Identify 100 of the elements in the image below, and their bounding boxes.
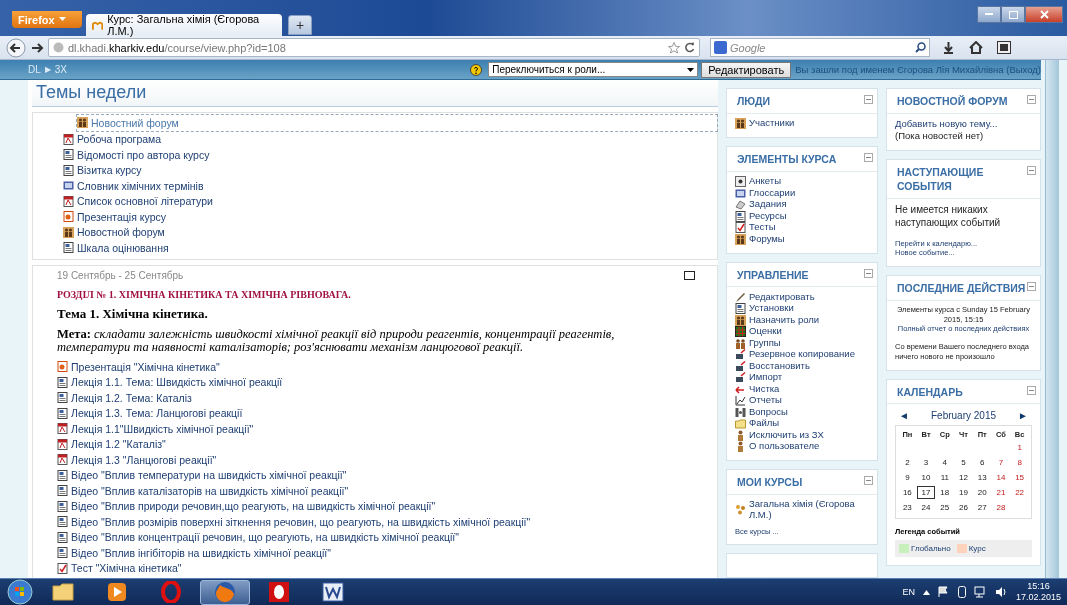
scrollbar[interactable] bbox=[1045, 60, 1059, 578]
browser-tab[interactable]: Курс: Загальна хімія (Єгорова Л.М.) bbox=[86, 14, 282, 36]
calendar-day[interactable]: 14 bbox=[991, 471, 1011, 485]
calendar-day[interactable]: 6 bbox=[972, 456, 992, 470]
reload-icon[interactable] bbox=[684, 41, 695, 53]
collapse-icon[interactable] bbox=[1027, 385, 1036, 395]
activity-link[interactable]: Відео "Вплив температури на швидкість хімічної реакції" bbox=[57, 467, 347, 483]
block-link[interactable]: Импорт bbox=[735, 371, 869, 384]
previous-month-link[interactable]: ◄ bbox=[899, 410, 909, 422]
block-link[interactable]: Глоссарии bbox=[735, 187, 869, 199]
block-link[interactable]: Участники bbox=[735, 117, 869, 130]
calendar-day[interactable]: 1 bbox=[1010, 441, 1029, 455]
activity-link[interactable]: Лекція 1.1"Швидкість хімічної реакції" bbox=[57, 420, 254, 437]
block-link[interactable]: Назначить роли bbox=[735, 314, 869, 326]
calendar-day[interactable]: 11 bbox=[935, 471, 955, 485]
calendar-day[interactable]: 22 bbox=[1010, 486, 1029, 500]
new-tab-button[interactable]: + bbox=[288, 15, 312, 35]
calendar-day[interactable]: 20 bbox=[972, 486, 992, 500]
block-link[interactable]: Группы bbox=[735, 337, 869, 349]
device-icon[interactable] bbox=[957, 586, 966, 598]
calendar-day[interactable]: 24 bbox=[916, 501, 936, 515]
calendar-day[interactable]: 18 bbox=[935, 486, 955, 500]
forward-icon[interactable] bbox=[30, 40, 44, 55]
calendar-day[interactable]: 7 bbox=[991, 456, 1011, 470]
activity-link[interactable]: Лекція 1.3. Тема: Ланцюгові реакції bbox=[57, 405, 243, 421]
speaker-icon[interactable] bbox=[994, 586, 1008, 598]
activity-link[interactable]: Тест "Хімічна кінетика" bbox=[57, 560, 182, 576]
block-link[interactable]: Вопросы bbox=[735, 406, 869, 418]
next-month-link[interactable]: ► bbox=[1018, 410, 1028, 422]
collapse-icon[interactable] bbox=[1027, 95, 1036, 104]
calendar-day[interactable]: 21 bbox=[991, 486, 1011, 500]
collapse-icon[interactable] bbox=[1027, 166, 1036, 176]
calendar-day[interactable]: 4 bbox=[935, 456, 955, 470]
block-link[interactable]: Установки bbox=[735, 302, 869, 315]
activity-link[interactable]: Список основної літератури bbox=[63, 193, 213, 209]
activity-link[interactable]: Лекція 1.2 "Каталіз" bbox=[57, 436, 166, 452]
play-icon[interactable] bbox=[107, 582, 127, 602]
activity-link[interactable]: Робоча програма bbox=[63, 131, 162, 147]
maximize-button[interactable] bbox=[1001, 6, 1025, 23]
block-link[interactable]: Анкеты bbox=[735, 175, 869, 188]
search-field[interactable]: Google bbox=[710, 38, 930, 57]
calendar-day[interactable]: 19 bbox=[954, 486, 973, 500]
tray-arrow-icon[interactable] bbox=[922, 589, 930, 595]
collapse-icon[interactable] bbox=[864, 95, 873, 104]
flag-icon[interactable] bbox=[937, 586, 950, 598]
role-select[interactable]: Переключиться к роли... bbox=[488, 62, 699, 77]
collapse-icon[interactable] bbox=[864, 476, 873, 486]
activity-link[interactable]: Лекція 1.2. Тема: Каталіз bbox=[57, 389, 192, 406]
calendar-day[interactable]: 27 bbox=[972, 501, 992, 515]
edit-button[interactable]: Редактировать bbox=[701, 61, 792, 78]
activity-link[interactable]: Новостной форум bbox=[63, 224, 165, 240]
block-link[interactable]: Резервное копирование bbox=[735, 348, 869, 361]
collapse-icon[interactable] bbox=[1027, 282, 1036, 292]
activity-link[interactable]: Новостний форум bbox=[77, 115, 717, 131]
star-icon[interactable] bbox=[668, 41, 680, 54]
ring-icon[interactable] bbox=[268, 581, 290, 603]
square-icon[interactable] bbox=[684, 271, 695, 280]
calendar-day[interactable]: 2 bbox=[898, 456, 917, 470]
document-icon[interactable] bbox=[322, 582, 344, 602]
calendar-day[interactable]: 12 bbox=[954, 471, 973, 485]
url-field[interactable]: dl.khadi.kharkiv.edu/course/view.php?id=108 bbox=[48, 38, 700, 57]
calendar-day[interactable]: 5 bbox=[954, 456, 973, 470]
block-link[interactable]: Форумы bbox=[735, 233, 869, 245]
network-icon[interactable] bbox=[973, 586, 987, 598]
calendar-day[interactable]: 17 bbox=[916, 486, 936, 500]
activity-link[interactable]: Відео "Вплив концентрації речовин, що реагують, на швидкість хімічної реакції" bbox=[57, 529, 459, 545]
activity-link[interactable]: Візитка курсу bbox=[63, 162, 142, 178]
activity-link[interactable]: Презентація курсу bbox=[63, 209, 166, 225]
collapse-icon[interactable] bbox=[864, 153, 873, 163]
home-icon[interactable] bbox=[969, 41, 983, 54]
language-indicator[interactable]: EN bbox=[902, 587, 915, 597]
activity-link[interactable]: Відео "Вплив розмірів поверхні зіткнення речовин, що реагують, на швидкість хімічної реакції" bbox=[57, 513, 531, 530]
activity-link[interactable]: Шкала оцінювання bbox=[63, 240, 169, 256]
start-button[interactable] bbox=[6, 579, 34, 605]
block-link[interactable]: Оценки bbox=[735, 325, 869, 338]
calendar-day[interactable]: 23 bbox=[898, 501, 917, 515]
block-link[interactable]: Тесты bbox=[735, 221, 869, 234]
activity-link[interactable]: Лекція 1.3 "Ланцюгові реакції" bbox=[57, 451, 217, 468]
block-link[interactable]: Восстановить bbox=[735, 360, 869, 372]
calendar-day[interactable]: 25 bbox=[935, 501, 955, 515]
clock[interactable]: 15:16 17.02.2015 bbox=[1015, 581, 1061, 603]
calendar-day[interactable]: 16 bbox=[898, 486, 917, 500]
add-topic-link[interactable]: Добавить новую тему... bbox=[895, 117, 1032, 130]
activity-link[interactable]: Відомості про автора курсу bbox=[63, 147, 210, 163]
block-link[interactable]: Чистка bbox=[735, 383, 869, 395]
block-link[interactable]: Файлы bbox=[735, 417, 869, 430]
calendar-day[interactable]: 8 bbox=[1010, 456, 1029, 470]
calendar-day[interactable]: 15 bbox=[1010, 471, 1029, 485]
block-link[interactable]: Отчеты bbox=[735, 394, 869, 407]
collapse-icon[interactable] bbox=[864, 268, 873, 278]
block-link[interactable]: Ресурсы bbox=[735, 210, 869, 222]
block-link[interactable]: Задания bbox=[735, 198, 869, 211]
block-link[interactable]: Редактировать bbox=[735, 291, 869, 303]
download-icon[interactable] bbox=[942, 41, 955, 54]
toolbar-icon[interactable] bbox=[997, 41, 1011, 54]
search-icon[interactable] bbox=[915, 42, 926, 53]
activity-link[interactable]: Словник хімічних термінів bbox=[63, 178, 204, 194]
activity-link[interactable]: Презентація "Хімічна кінетика" bbox=[57, 358, 220, 375]
minimize-button[interactable] bbox=[977, 6, 1001, 23]
folder-icon[interactable] bbox=[52, 583, 74, 601]
